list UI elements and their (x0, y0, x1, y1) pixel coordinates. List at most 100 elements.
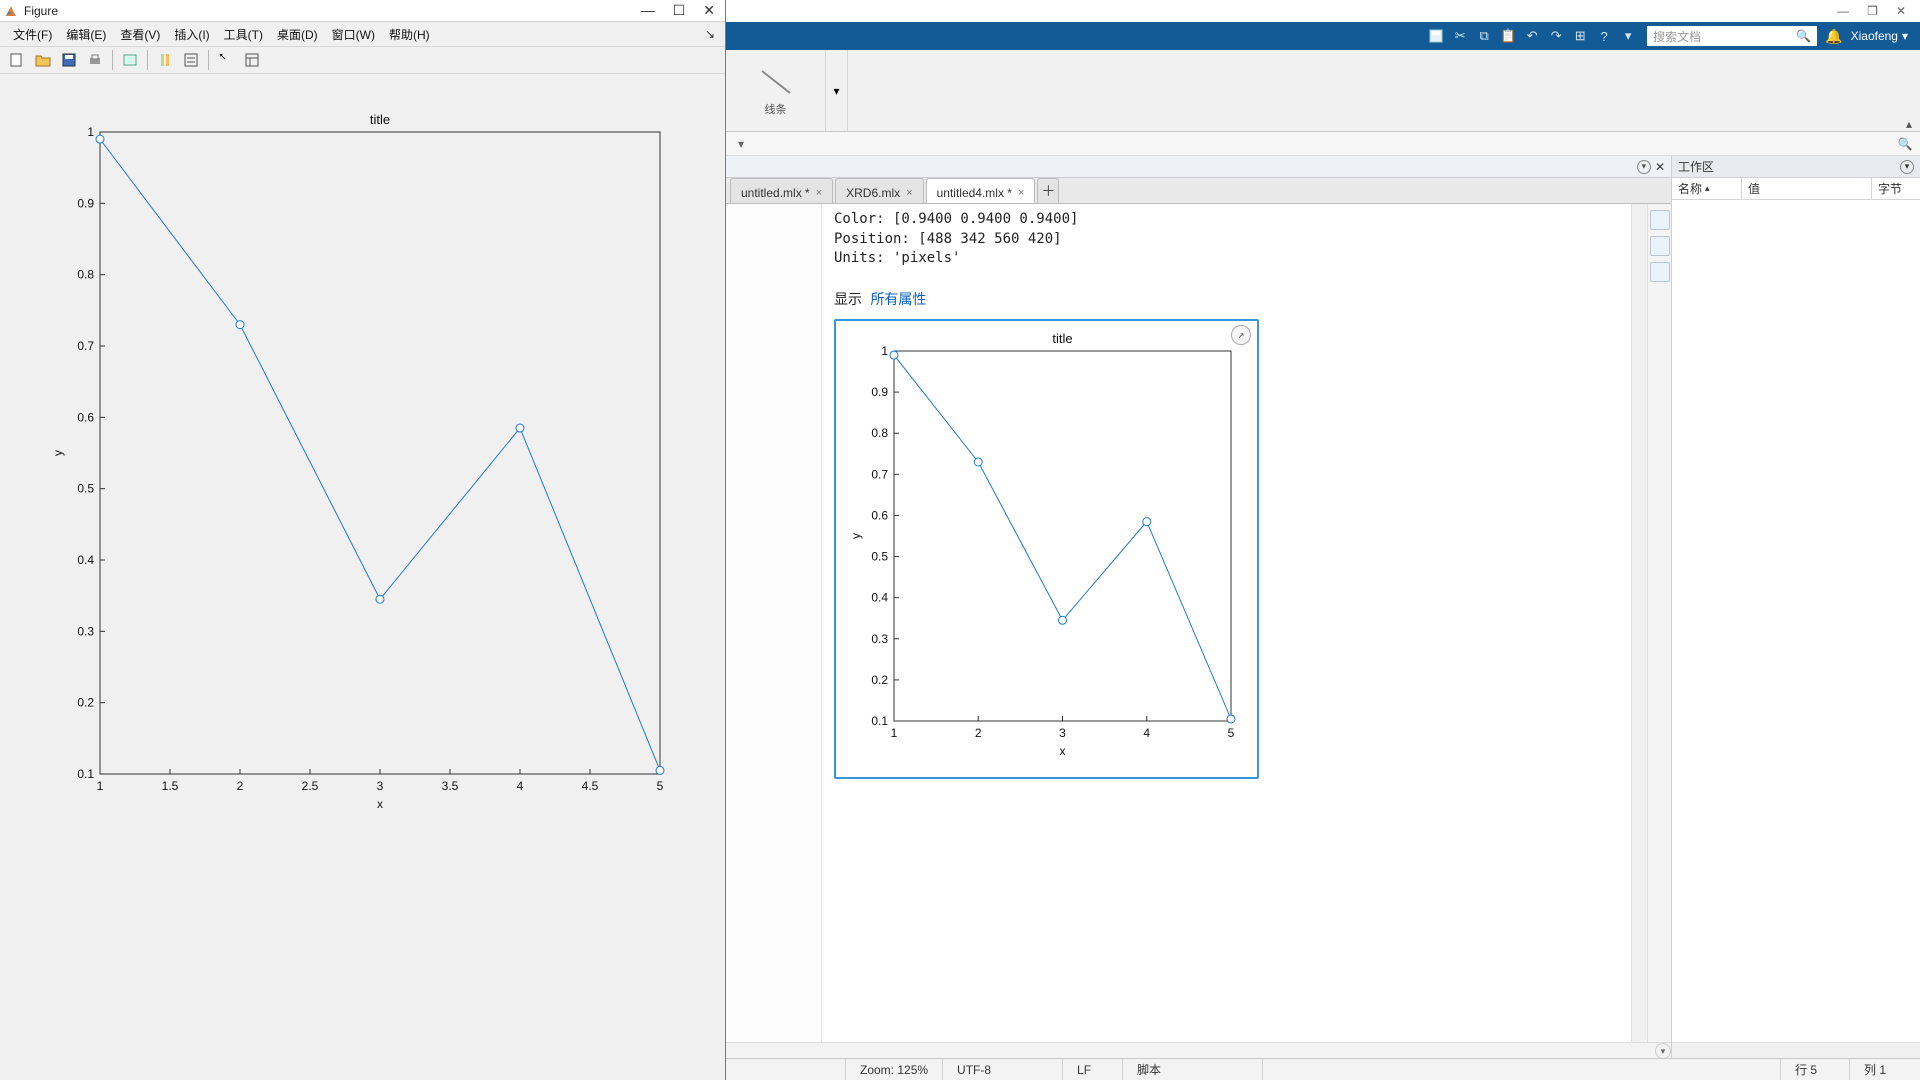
quick-access-bar: ✂ ⧉ 📋 ↶ ↷ ⊞ ? ▾ 搜索文档🔍 🔔 Xiaofeng▾ (726, 22, 1920, 50)
open-property-inspector-icon[interactable] (241, 49, 263, 71)
link-icon[interactable] (119, 49, 141, 71)
tab-untitled[interactable]: untitled.mlx *× (730, 178, 833, 203)
embedded-figure[interactable]: ↗ title0.10.20.30.40.50.60.70.80.9112345… (834, 319, 1259, 779)
undo-icon[interactable]: ↶ (1521, 25, 1543, 47)
workspace-scrollbar[interactable] (1672, 1042, 1920, 1058)
svg-text:3: 3 (377, 779, 384, 793)
close-icon[interactable]: ✕ (1896, 4, 1906, 18)
pane-close-icon[interactable]: ✕ (1655, 160, 1665, 174)
restore-icon[interactable]: ❐ (1867, 4, 1878, 18)
editor-scrollbar[interactable] (1631, 204, 1647, 1042)
svg-text:0.8: 0.8 (77, 268, 94, 282)
output-hidden-icon[interactable] (1650, 262, 1670, 282)
maximize-icon[interactable]: ☐ (673, 2, 686, 19)
svg-text:2.5: 2.5 (302, 779, 319, 793)
help-icon[interactable]: ? (1593, 25, 1615, 47)
print-icon[interactable] (84, 49, 106, 71)
col-value[interactable]: 值 (1742, 178, 1872, 199)
status-type: 脚本 (1123, 1059, 1263, 1080)
matlab-main-window: — ❐ ✕ ✂ ⧉ 📋 ↶ ↷ ⊞ ? ▾ 搜索文档🔍 🔔 Xiaofeng▾ … (726, 0, 1920, 1080)
all-properties-link[interactable]: 所有属性 (870, 292, 926, 308)
figure-titlebar: Figure — ☐ ✕ (0, 0, 725, 22)
svg-text:0.2: 0.2 (77, 696, 94, 710)
figure-window: Figure — ☐ ✕ 文件(F) 编辑(E) 查看(V) 插入(I) 工具(… (0, 0, 726, 1080)
close-icon[interactable]: × (1018, 187, 1024, 199)
menu-tools[interactable]: 工具(T) (217, 24, 270, 45)
editor-pane-header: ▾ ✕ (726, 156, 1671, 178)
svg-text:title: title (1052, 331, 1072, 346)
search-input[interactable]: 搜索文档🔍 (1647, 26, 1817, 46)
status-row: 行 5 (1780, 1059, 1850, 1080)
svg-text:1: 1 (97, 779, 104, 793)
toolstrip-collapse-icon[interactable]: ▴ (1900, 117, 1918, 131)
cut-icon[interactable]: ✂ (1449, 25, 1471, 47)
search-icon[interactable]: 🔍 (1896, 135, 1914, 153)
editor-content[interactable]: Color: [0.9400 0.9400 0.9400] Position: … (822, 204, 1631, 1042)
paste-icon[interactable]: 📋 (1497, 25, 1519, 47)
popout-icon[interactable]: ↗ (1231, 325, 1251, 345)
close-icon[interactable]: × (816, 187, 822, 199)
menu-help[interactable]: 帮助(H) (382, 24, 437, 45)
menu-file[interactable]: 文件(F) (6, 24, 59, 45)
line-icon[interactable] (756, 65, 796, 99)
chevron-down-icon[interactable]: ▾ (1617, 25, 1639, 47)
menu-edit[interactable]: 编辑(E) (59, 24, 113, 45)
output-right-icon[interactable] (1650, 236, 1670, 256)
chevron-down-icon[interactable]: ▾ (1655, 1043, 1671, 1059)
col-bytes[interactable]: 字节 (1872, 178, 1920, 199)
insert-legend-icon[interactable] (180, 49, 202, 71)
edit-plot-icon[interactable] (215, 49, 237, 71)
menu-desktop[interactable]: 桌面(D) (270, 24, 325, 45)
svg-text:1: 1 (881, 344, 888, 358)
save-icon[interactable] (58, 49, 80, 71)
minimize-icon[interactable]: — (641, 2, 655, 19)
chevron-down-icon[interactable]: ▾ (732, 135, 750, 153)
svg-text:0.9: 0.9 (77, 196, 94, 210)
status-zoom[interactable]: Zoom: 125% (846, 1059, 943, 1080)
menu-window[interactable]: 窗口(W) (325, 24, 382, 45)
editor-gutter (726, 204, 822, 1042)
menubar-chevron-icon[interactable]: ↘ (701, 27, 719, 41)
svg-text:0.4: 0.4 (871, 590, 888, 604)
copy-icon[interactable]: ⧉ (1473, 25, 1495, 47)
output-inline-icon[interactable] (1650, 210, 1670, 230)
figure-canvas: title0.10.20.30.40.50.60.70.80.9111.522.… (0, 74, 725, 1080)
svg-text:5: 5 (1228, 726, 1235, 740)
svg-text:0.4: 0.4 (77, 553, 94, 567)
pane-menu-icon[interactable]: ▾ (1637, 160, 1651, 174)
pane-menu-icon[interactable]: ▾ (1900, 160, 1914, 174)
toolstrip-group-label: 线条 (765, 101, 787, 117)
svg-text:0.6: 0.6 (871, 508, 888, 522)
editor-tabs: untitled.mlx *× XRD6.mlx× untitled4.mlx … (726, 178, 1671, 204)
svg-text:y: y (51, 450, 65, 456)
main-titlebar: — ❐ ✕ (726, 0, 1920, 22)
minimize-icon[interactable]: — (1837, 4, 1849, 18)
svg-text:0.5: 0.5 (77, 482, 94, 496)
insert-colorbar-icon[interactable] (154, 49, 176, 71)
user-menu[interactable]: Xiaofeng▾ (1851, 29, 1908, 43)
notifications-icon[interactable]: 🔔 (1825, 28, 1842, 45)
svg-text:1: 1 (891, 726, 898, 740)
matlab-icon (4, 4, 18, 18)
new-tab-button[interactable]: ＋ (1037, 178, 1059, 203)
open-icon[interactable] (32, 49, 54, 71)
workspace-body[interactable] (1672, 200, 1920, 1042)
menu-view[interactable]: 查看(V) (113, 24, 167, 45)
redo-icon[interactable]: ↷ (1545, 25, 1567, 47)
svg-text:1.5: 1.5 (162, 779, 179, 793)
tab-xrd6[interactable]: XRD6.mlx× (835, 178, 923, 203)
save-icon[interactable] (1425, 25, 1447, 47)
new-figure-icon[interactable] (6, 49, 28, 71)
close-icon[interactable]: × (906, 187, 912, 199)
menu-insert[interactable]: 插入(I) (167, 24, 216, 45)
switch-windows-icon[interactable]: ⊞ (1569, 25, 1591, 47)
tab-untitled4[interactable]: untitled4.mlx *× (926, 178, 1036, 203)
svg-text:5: 5 (657, 779, 664, 793)
col-name[interactable]: 名称▴ (1672, 178, 1742, 199)
output-view-buttons (1647, 204, 1671, 1042)
toolstrip-dropdown-icon[interactable]: ▾ (826, 50, 848, 131)
center-area: ▾ ✕ untitled.mlx *× XRD6.mlx× untitled4.… (726, 156, 1920, 1058)
toolstrip-group-line: 线条 (726, 50, 826, 131)
svg-text:title: title (370, 112, 390, 127)
close-icon[interactable]: ✕ (703, 2, 715, 19)
